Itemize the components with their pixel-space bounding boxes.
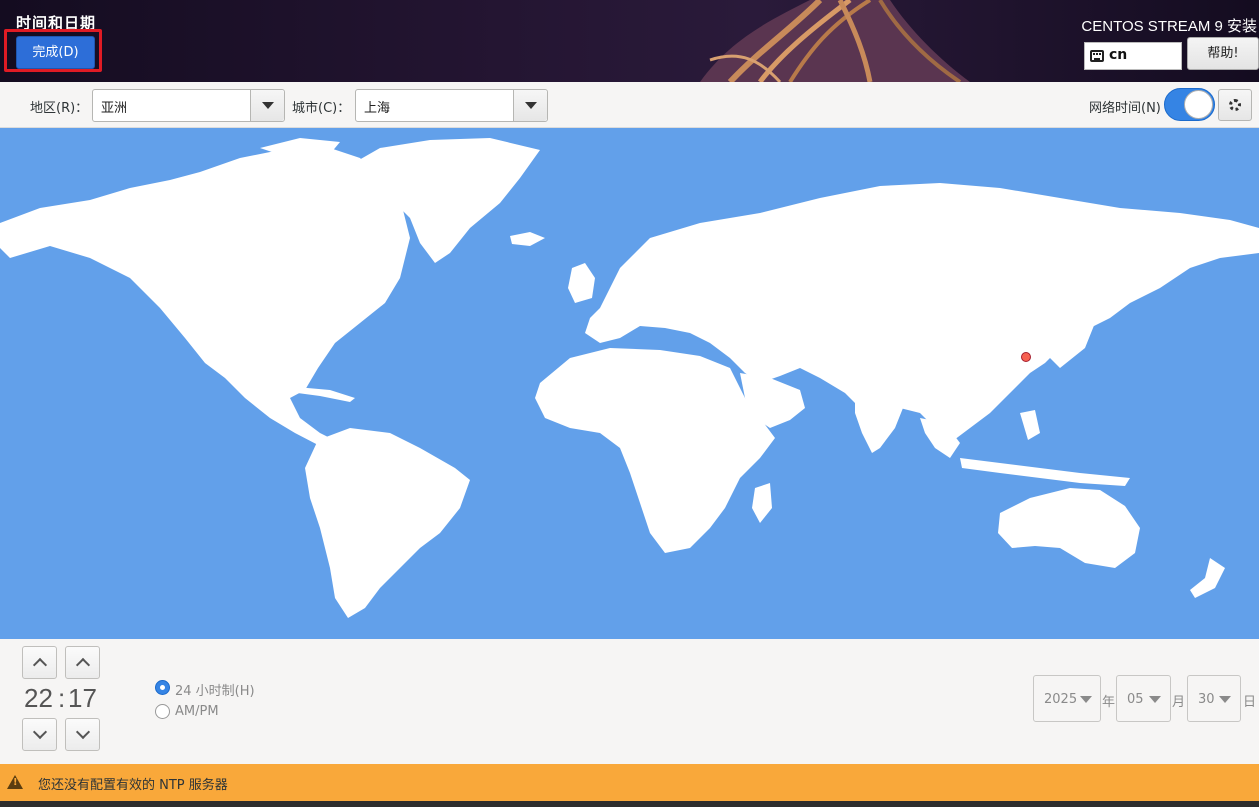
year-combobox[interactable]: 2025 — [1033, 675, 1101, 722]
network-time-toggle[interactable] — [1164, 88, 1215, 121]
chevron-down-icon — [1080, 696, 1092, 703]
land-iceland — [510, 232, 545, 246]
world-map[interactable] — [0, 128, 1259, 639]
keyboard-layout-indicator[interactable]: cn — [1084, 42, 1182, 70]
day-unit-label: 日 — [1243, 695, 1257, 710]
region-combobox[interactable]: 亚洲 — [92, 89, 285, 122]
chevron-down-icon — [262, 102, 274, 109]
chevron-down-icon — [1219, 696, 1231, 703]
land-indonesia — [960, 458, 1130, 486]
land-philippines — [1020, 410, 1040, 440]
hours-display[interactable]: 22 — [24, 683, 53, 714]
minutes-increment-button[interactable] — [65, 646, 100, 679]
warning-message: 您还没有配置有效的 NTP 服务器 — [38, 778, 228, 793]
region-label: 地区(R)： — [30, 101, 89, 116]
year-unit-label: 年 — [1102, 695, 1116, 710]
gear-icon — [1229, 99, 1241, 111]
land-new-zealand — [1190, 558, 1225, 598]
year-value: 2025 — [1044, 692, 1078, 707]
keyboard-layout-label: cn — [1109, 47, 1128, 63]
header-bar: 时间和日期 完成(D) CENTOS STREAM 9 安装 cn 帮助! — [0, 0, 1259, 82]
hours-increment-button[interactable] — [22, 646, 57, 679]
city-dropdown-button[interactable] — [513, 90, 547, 121]
chevron-down-icon — [525, 102, 537, 109]
chevron-down-icon — [1149, 696, 1161, 703]
land-south-america — [305, 428, 470, 618]
hours-decrement-button[interactable] — [22, 718, 57, 751]
format-24h-label[interactable]: 24 小时制(H) — [175, 680, 255, 699]
chevron-up-icon — [32, 657, 48, 673]
format-ampm-radio[interactable] — [155, 704, 170, 719]
done-button[interactable]: 完成(D) — [16, 36, 95, 69]
selected-city-marker — [1021, 352, 1031, 362]
land-india — [855, 393, 905, 453]
land-uk — [568, 263, 595, 303]
minutes-display[interactable]: 17 — [68, 683, 97, 714]
chevron-down-icon — [32, 724, 48, 740]
chevron-up-icon — [75, 657, 91, 673]
land-africa — [535, 348, 775, 553]
timezone-toolbar: 地区(R)： 亚洲 城市(C)： 上海 网络时间(N) — [0, 82, 1259, 128]
timezone-map[interactable] — [0, 128, 1259, 639]
month-unit-label: 月 — [1172, 695, 1186, 710]
minutes-decrement-button[interactable] — [65, 718, 100, 751]
keyboard-icon — [1090, 50, 1104, 62]
warning-icon — [7, 775, 23, 789]
product-title: CENTOS STREAM 9 安装 — [1081, 18, 1257, 35]
day-combobox[interactable]: 30 — [1187, 675, 1241, 722]
month-combobox[interactable]: 05 — [1116, 675, 1171, 722]
month-value: 05 — [1127, 692, 1144, 707]
day-value: 30 — [1198, 692, 1215, 707]
help-button[interactable]: 帮助! — [1187, 37, 1259, 70]
land-australia — [998, 488, 1140, 568]
time-separator: : — [58, 683, 66, 713]
network-time-label: 网络时间(N) — [1089, 101, 1161, 116]
bottom-strip — [0, 801, 1259, 807]
city-label: 城市(C)： — [292, 101, 351, 116]
header-artwork — [700, 0, 970, 82]
chevron-down-icon — [75, 724, 91, 740]
format-ampm-label[interactable]: AM/PM — [175, 704, 219, 719]
warning-bar: 您还没有配置有效的 NTP 服务器 — [0, 764, 1259, 801]
ntp-settings-button[interactable] — [1218, 89, 1252, 121]
city-combobox[interactable]: 上海 — [355, 89, 548, 122]
toggle-knob — [1184, 90, 1213, 119]
time-date-panel: 22 : 17 24 小时制(H) AM/PM 2025 年 05 月 30 日 — [0, 639, 1259, 764]
city-value: 上海 — [364, 101, 391, 116]
format-24h-radio[interactable] — [155, 680, 170, 695]
land-madagascar — [752, 483, 772, 523]
region-value: 亚洲 — [101, 101, 128, 116]
region-dropdown-button[interactable] — [250, 90, 284, 121]
